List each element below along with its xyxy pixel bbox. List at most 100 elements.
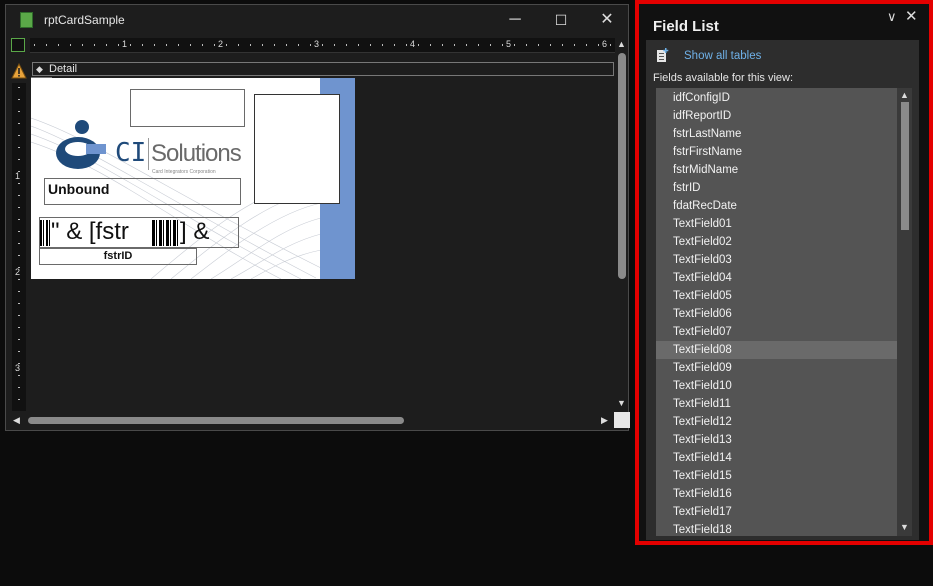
ruler-tick bbox=[358, 44, 359, 46]
field-list-scroll-thumb[interactable] bbox=[901, 102, 909, 230]
ruler-tick bbox=[18, 399, 20, 400]
field-list-item[interactable]: TextField11 bbox=[656, 395, 897, 413]
field-list-item[interactable]: idfConfigID bbox=[656, 89, 897, 107]
ruler-corner-button[interactable] bbox=[11, 38, 25, 52]
ruler-tick bbox=[322, 44, 323, 46]
ruler-tick bbox=[18, 387, 20, 388]
scroll-right-arrow-icon[interactable]: ▶ bbox=[601, 415, 608, 426]
ruler-tick bbox=[274, 44, 275, 46]
scroll-up-arrow-icon[interactable]: ▲ bbox=[900, 90, 909, 100]
ruler-tick bbox=[18, 195, 20, 196]
field-list-item[interactable]: idfReportID bbox=[656, 107, 897, 125]
horizontal-scroll-thumb[interactable] bbox=[28, 417, 404, 424]
field-list-item[interactable]: TextField12 bbox=[656, 413, 897, 431]
close-icon[interactable]: ✕ bbox=[905, 7, 918, 25]
field-list-item[interactable]: fstrFirstName bbox=[656, 143, 897, 161]
unbound-field[interactable]: Unbound bbox=[44, 178, 241, 205]
pane-title: Field List bbox=[653, 18, 719, 35]
photo-field-box[interactable] bbox=[254, 94, 340, 204]
ruler-tick bbox=[18, 375, 20, 376]
field-list-item[interactable]: TextField03 bbox=[656, 251, 897, 269]
ruler-tick bbox=[18, 303, 20, 304]
ruler-tick bbox=[550, 44, 551, 46]
report-icon bbox=[20, 12, 33, 28]
ruler-tick bbox=[18, 243, 20, 244]
ruler-tick bbox=[226, 44, 227, 46]
ruler-tick bbox=[334, 44, 335, 46]
ruler-tick bbox=[214, 44, 215, 46]
ruler-tick bbox=[18, 207, 20, 208]
ruler-tick bbox=[430, 44, 431, 46]
barcode-field[interactable]: " & [fstr ] & bbox=[39, 217, 239, 248]
card-design-canvas[interactable]: CI Solutions Card Integrators Corporatio… bbox=[31, 78, 355, 279]
field-list-item[interactable]: TextField09 bbox=[656, 359, 897, 377]
field-list-item[interactable]: TextField16 bbox=[656, 485, 897, 503]
id-field[interactable]: fstrID bbox=[39, 248, 197, 265]
field-list-item[interactable]: TextField02 bbox=[656, 233, 897, 251]
field-list-item[interactable]: TextField14 bbox=[656, 449, 897, 467]
collapse-chevron-down-icon[interactable]: ∨ bbox=[887, 9, 897, 25]
ruler-tick bbox=[298, 44, 299, 46]
field-list-item[interactable]: TextField15 bbox=[656, 467, 897, 485]
ruler-tick bbox=[262, 44, 263, 46]
field-list-item[interactable]: TextField10 bbox=[656, 377, 897, 395]
ruler-tick bbox=[286, 44, 287, 46]
size-grip[interactable] bbox=[614, 412, 630, 428]
ruler-tick bbox=[18, 267, 20, 268]
ruler-tick bbox=[178, 44, 179, 46]
ruler-tick bbox=[202, 44, 203, 46]
field-list-item[interactable]: TextField08 bbox=[656, 341, 897, 359]
scroll-down-arrow-icon[interactable]: ▼ bbox=[617, 398, 626, 408]
field-list-item[interactable]: TextField18 bbox=[656, 521, 897, 536]
barcode-bars-icon bbox=[152, 220, 178, 246]
maximize-button[interactable]: ☐ bbox=[538, 5, 584, 35]
title-bar[interactable]: rptCardSample ─ ☐ ✕ bbox=[6, 5, 628, 35]
report-window: rptCardSample ─ ☐ ✕ 1 2 3 4 5 6 1 2 3 De… bbox=[5, 4, 630, 431]
vertical-scroll-thumb[interactable] bbox=[618, 53, 626, 279]
field-list-item[interactable]: fstrID bbox=[656, 179, 897, 197]
field-list-item[interactable]: fstrMidName bbox=[656, 161, 897, 179]
minimize-button[interactable]: ─ bbox=[492, 5, 538, 35]
ruler-tick bbox=[514, 44, 515, 46]
scroll-up-arrow-icon[interactable]: ▲ bbox=[617, 39, 626, 49]
ruler-tick bbox=[130, 44, 131, 46]
ruler-tick bbox=[310, 44, 311, 46]
ruler-tick bbox=[18, 363, 20, 364]
field-list-item[interactable]: fdatRecDate bbox=[656, 197, 897, 215]
show-all-tables-link[interactable]: Show all tables bbox=[684, 50, 761, 62]
field-list-item[interactable]: TextField17 bbox=[656, 503, 897, 521]
field-list-item[interactable]: TextField06 bbox=[656, 305, 897, 323]
warning-icon[interactable] bbox=[11, 63, 27, 79]
ruler-tick bbox=[490, 44, 491, 46]
scroll-left-arrow-icon[interactable]: ◀ bbox=[13, 415, 20, 426]
ruler-tick bbox=[502, 44, 503, 46]
ruler-tick bbox=[478, 44, 479, 46]
scroll-down-arrow-icon[interactable]: ▼ bbox=[900, 522, 909, 532]
collapse-chevron-icon[interactable]: ◆ bbox=[36, 64, 43, 75]
logo-ci-text: CI bbox=[115, 138, 147, 168]
ruler-label: 1 bbox=[122, 39, 128, 49]
field-list-item[interactable]: TextField01 bbox=[656, 215, 897, 233]
field-list-item[interactable]: TextField13 bbox=[656, 431, 897, 449]
field-listbox[interactable]: idfConfigID idfReportID fstrLastName fstrFi… bbox=[656, 88, 897, 536]
field-list-item[interactable]: TextField05 bbox=[656, 287, 897, 305]
ruler-tick bbox=[18, 315, 20, 316]
field-list-item[interactable]: TextField07 bbox=[656, 323, 897, 341]
ruler-tick bbox=[346, 44, 347, 46]
detail-section-header[interactable]: Detail bbox=[32, 62, 614, 76]
ruler-tick bbox=[18, 111, 20, 112]
ruler-tick bbox=[34, 44, 35, 46]
logo-divider bbox=[148, 138, 149, 170]
field-list-item[interactable]: TextField04 bbox=[656, 269, 897, 287]
add-table-icon[interactable] bbox=[656, 48, 670, 63]
ruler-tick bbox=[454, 44, 455, 46]
ruler-tick bbox=[118, 44, 119, 46]
field-list-item[interactable]: fstrLastName bbox=[656, 125, 897, 143]
ruler-tick bbox=[18, 339, 20, 340]
field-list-body: Show all tables Fields available for thi… bbox=[646, 40, 919, 540]
ruler-tick bbox=[70, 44, 71, 46]
text-field-box[interactable] bbox=[130, 89, 245, 127]
ruler-tick bbox=[466, 44, 467, 46]
close-button[interactable]: ✕ bbox=[584, 5, 630, 35]
ruler-tick bbox=[250, 44, 251, 46]
